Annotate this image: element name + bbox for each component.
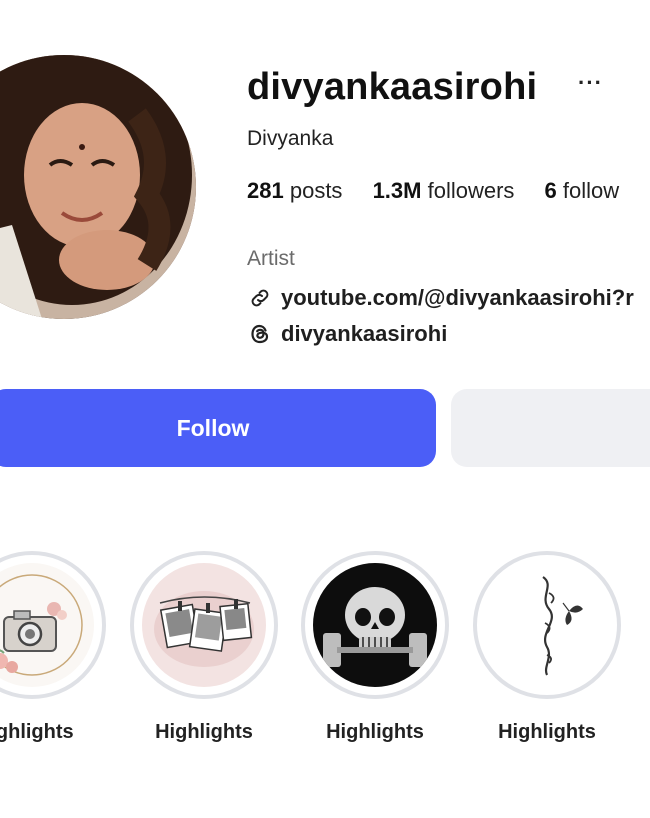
highlight-cover	[473, 551, 621, 699]
highlight-label: Highlights	[498, 721, 596, 743]
profile-username: divyankaasirohi	[247, 66, 538, 108]
posts-count: 281	[247, 178, 284, 203]
profile-full-name: Divyanka	[247, 127, 334, 150]
profile-stats: 281 posts 1.3M followers 6 follow	[247, 178, 643, 204]
threads-icon	[247, 321, 273, 347]
blessed-script-icon	[485, 563, 609, 687]
profile-external-link[interactable]: youtube.com/@divyankaasirohi?r	[247, 285, 634, 311]
following-count: 6	[544, 178, 557, 203]
skull-icon	[313, 563, 437, 687]
highlight-label: Highlights	[326, 721, 424, 743]
highlight-item[interactable]: Highlights	[473, 551, 621, 743]
highlight-item[interactable]: Highlights	[301, 551, 449, 743]
following-label: follow	[562, 178, 620, 203]
highlight-item[interactable]: ighlights	[0, 551, 106, 743]
camera-icon	[0, 563, 94, 687]
follow-button[interactable]: Follow	[0, 389, 436, 467]
highlight-label: Highlights	[155, 721, 253, 743]
highlight-label: ighlights	[0, 721, 74, 743]
more-horizontal-icon[interactable]: ···	[578, 70, 603, 96]
posts-stat[interactable]: 281 posts	[247, 178, 342, 204]
link-icon	[247, 285, 273, 311]
highlight-cover	[0, 551, 106, 699]
message-button[interactable]	[451, 389, 650, 467]
link-text: youtube.com/@divyankaasirohi?r	[281, 285, 634, 310]
posts-label: posts	[289, 178, 343, 203]
threads-handle: divyankaasirohi	[281, 321, 448, 346]
highlight-cover	[130, 551, 278, 699]
profile-page: divyankaasirohi ··· Divyanka 281 posts 1…	[0, 0, 650, 818]
profile-threads-link[interactable]: divyankaasirohi	[247, 321, 447, 347]
followers-stat[interactable]: 1.3M followers	[373, 178, 515, 204]
photos-icon	[142, 563, 266, 687]
highlight-item[interactable]: Highlights	[130, 551, 278, 743]
following-stat[interactable]: 6 follow	[545, 178, 620, 204]
followers-count: 1.3M	[372, 178, 422, 203]
profile-avatar[interactable]	[0, 55, 196, 319]
profile-category: Artist	[247, 247, 295, 270]
highlight-cover	[301, 551, 449, 699]
followers-label: followers	[427, 178, 515, 203]
